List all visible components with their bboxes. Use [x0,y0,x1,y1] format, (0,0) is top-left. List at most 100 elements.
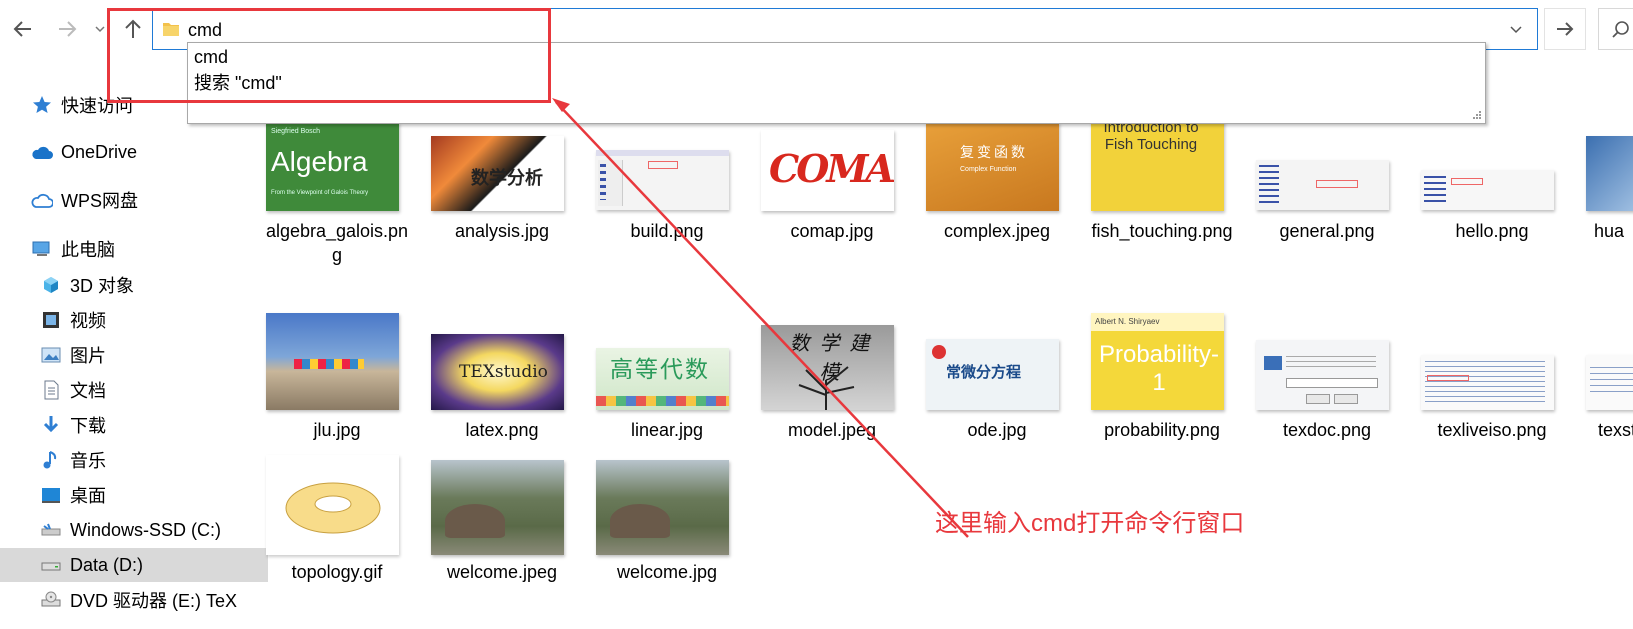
sidebar-item-pictures[interactable]: 图片 [0,338,268,372]
file-welcome-jpg[interactable]: welcome.jpg [592,455,742,595]
file-name: linear.jpg [630,420,704,440]
thumbnail: 数学建模 [761,325,894,410]
arrow-right-go-icon [1557,22,1574,36]
file-name: comap.jpg [790,221,874,241]
forward-button[interactable] [52,14,82,44]
file-texliveiso[interactable]: texliveiso.png [1417,310,1567,450]
file-welcome-jpeg[interactable]: welcome.jpeg [427,455,577,595]
go-button[interactable] [1544,8,1586,50]
resize-grip-icon[interactable] [1472,110,1482,120]
sidebar-item-label: Data (D:) [70,554,144,575]
arrow-left-icon [13,21,31,37]
thumbnail: Albert N. Shiryaev Probability-1 [1091,313,1224,410]
thumb-title: 数学分析 [471,168,543,188]
file-complex[interactable]: 复变函数 Complex Function complex.jpeg [922,115,1072,265]
sidebar-item-label: WPS网盘 [61,191,139,211]
file-name: texst [1597,420,1633,440]
thumbnail [431,460,564,555]
computer-icon [31,238,53,260]
sidebar-item-label: 下载 [70,416,106,436]
file-name: welcome.jpeg [446,562,558,582]
sidebar-item-label: DVD 驱动器 (E:) TeX [70,591,238,611]
thumb-title: Probability-1 [1098,341,1220,396]
thumb-title: TEXstudio [459,362,548,382]
thumbnail [1421,170,1554,210]
thumbnail [266,455,399,555]
file-fish-touching[interactable]: Introduction to Fish Touching fish_touch… [1087,115,1237,265]
desktop-icon [40,484,62,506]
file-algebra-galois[interactable]: Siegfried Bosch Algebra From the Viewpoi… [262,115,412,265]
thumbnail: 高等代数 [596,348,729,410]
file-analysis[interactable]: 数学分析 analysis.jpg [427,115,577,265]
file-name: latex.png [465,420,539,440]
file-name: ode.jpg [967,420,1027,440]
sidebar-item-desktop[interactable]: 桌面 [0,478,268,512]
thumbnail: 数学分析 [431,136,564,211]
sidebar-item-label: 视频 [70,311,106,331]
file-build[interactable]: build.png [592,115,742,265]
file-linear[interactable]: 高等代数 linear.jpg [592,310,742,450]
music-icon [40,449,62,471]
file-general[interactable]: general.png [1252,115,1402,265]
dvd-icon [40,589,62,611]
file-hua[interactable]: hua [1582,115,1633,265]
file-name: texliveiso.png [1437,420,1547,440]
thumb-title: COMAP [769,146,894,191]
sidebar-item-label: Windows-SSD (C:) [70,519,222,540]
star-icon [31,94,53,116]
drive-icon [40,519,62,541]
thumbnail: Introduction to Fish Touching [1091,115,1224,211]
sidebar-item-onedrive[interactable]: OneDrive [0,135,259,169]
file-jlu[interactable]: jlu.jpg [262,310,412,450]
sidebar-item-dvd-drive[interactable]: DVD 驱动器 (E:) TeX [0,583,268,617]
file-name: fish_touching.png [1091,221,1233,241]
search-box[interactable] [1598,8,1633,50]
thumb-subtitle: Complex Function [960,166,1017,173]
arrow-right-icon [59,21,77,37]
chevron-down-icon [95,26,105,33]
sidebar-item-downloads[interactable]: 下载 [0,408,268,442]
file-hello[interactable]: hello.png [1417,115,1567,265]
file-comap[interactable]: COMAP comap.jpg [757,115,907,265]
back-button[interactable] [8,14,38,44]
file-name: general.png [1279,221,1375,241]
file-name: jlu.jpg [313,420,361,440]
file-name: texdoc.png [1282,420,1372,440]
file-ode[interactable]: 常微分方程 ode.jpg [922,310,1072,450]
sidebar-item-drive-c[interactable]: Windows-SSD (C:) [0,513,268,547]
sidebar-item-label: 桌面 [70,486,106,506]
thumb-title: Algebra [271,146,368,177]
file-name: hello.png [1455,221,1529,241]
sidebar-item-documents[interactable]: 文档 [0,373,268,407]
thumbnail [596,460,729,555]
thumbnail [1586,136,1633,211]
file-texdoc[interactable]: texdoc.png [1252,310,1402,450]
file-name: probability.png [1104,420,1220,440]
document-icon [40,379,62,401]
sidebar-item-music[interactable]: 音乐 [0,443,268,477]
thumb-title: 高等代数 [610,356,710,382]
file-latex[interactable]: TEXstudio latex.png [427,310,577,450]
drive-icon [40,554,62,576]
wps-cloud-icon [31,189,53,211]
annotation-text: 这里输入cmd打开命令行窗口 [935,510,1245,537]
sidebar-item-drive-d[interactable]: Data (D:) [0,548,268,582]
sidebar-item-label: 音乐 [70,451,106,471]
file-model[interactable]: 数学建模 model.jpeg [757,310,907,450]
download-icon [40,414,62,436]
annotation-highlight-box [107,8,551,103]
thumb-title: 复变函数 [960,144,1028,160]
file-name: build.png [630,221,704,241]
sidebar-item-3d-objects[interactable]: 3D 对象 [0,268,268,302]
thumbnail: Siegfried Bosch Algebra From the Viewpoi… [266,122,399,211]
file-name: topology.gif [291,562,383,582]
file-texst[interactable]: texst [1582,310,1633,450]
file-probability[interactable]: Albert N. Shiryaev Probability-1 probabi… [1087,310,1237,450]
sidebar-item-videos[interactable]: 视频 [0,303,268,337]
cloud-icon [31,141,53,163]
address-dropdown-icon[interactable] [1509,24,1523,36]
file-name: welcome.jpg [616,562,718,582]
sidebar-item-wps[interactable]: WPS网盘 [0,183,259,217]
sidebar-item-this-pc[interactable]: 此电脑 [0,232,259,266]
file-topology[interactable]: topology.gif [262,455,412,595]
